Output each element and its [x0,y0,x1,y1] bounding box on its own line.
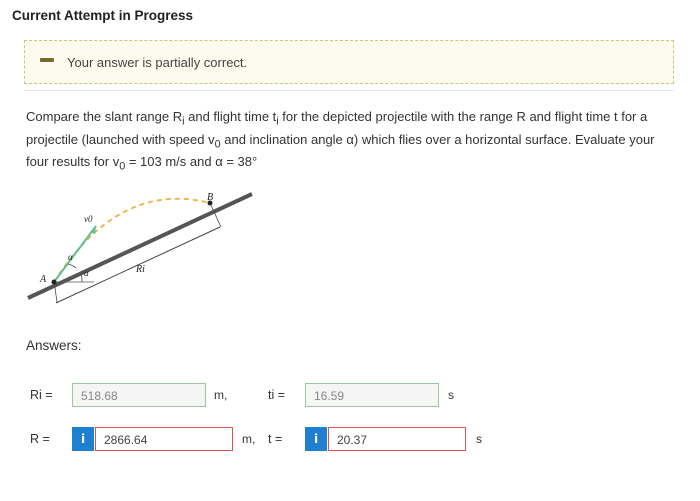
label-alpha-bottom: α [84,268,89,278]
label-Ri: Ri = [30,388,53,402]
divider [24,90,674,91]
projectile-figure: A B v0 α α Ri [27,192,253,304]
Ri-input[interactable]: 518.68 [72,383,206,407]
minus-icon [40,58,54,62]
label-Ri: Ri [135,264,145,275]
label-B: B [207,192,213,203]
R-unit: m, [242,432,256,446]
point-A [51,279,57,285]
label-R: R = [30,432,50,446]
label-ti: ti = [268,388,286,402]
answers-heading: Answers: [26,338,82,353]
Ri-unit: m, [214,388,228,402]
ti-input[interactable]: 16.59 [305,383,439,407]
ti-unit: s [448,388,454,402]
t-input[interactable]: 20.37 [328,427,466,451]
status-banner: Your answer is partially correct. [24,40,674,84]
status-text: Your answer is partially correct. [67,55,248,70]
label-t: t = [268,432,283,446]
R-input[interactable]: 2866.64 [95,427,233,451]
info-icon[interactable]: i [72,427,94,451]
question-text: Compare the slant range Ri and flight ti… [26,109,655,173]
trajectory-path [53,197,211,283]
label-A: A [39,274,47,285]
t-unit: s [476,432,482,446]
label-alpha-top: α [68,252,73,262]
info-icon[interactable]: i [305,427,327,451]
page-title: Current Attempt in Progress [12,8,194,23]
velocity-vector [53,225,97,283]
label-v0: v0 [84,214,93,224]
